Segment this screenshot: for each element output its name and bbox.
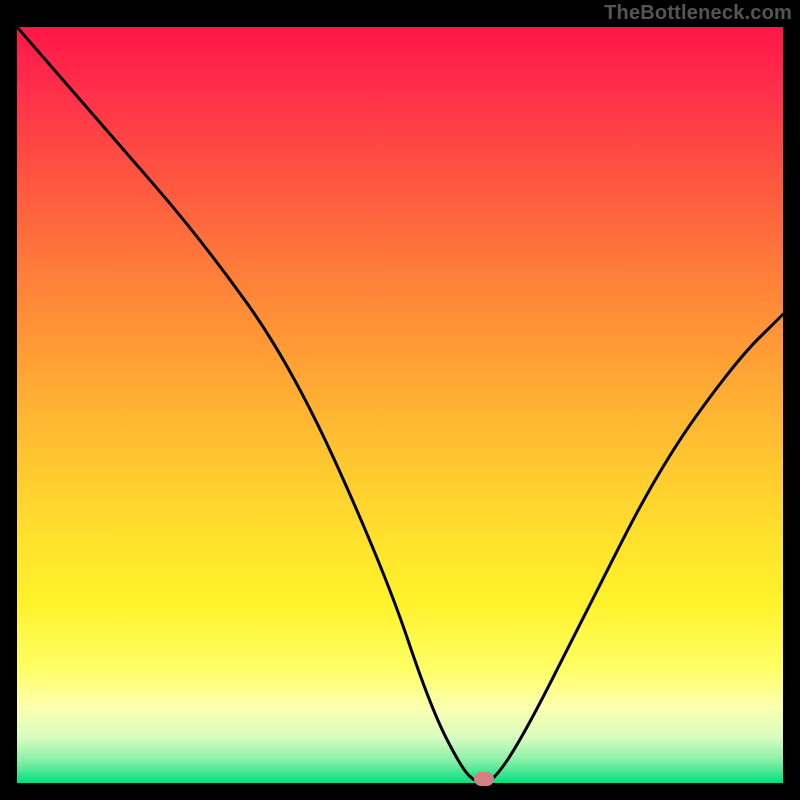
optimal-point-marker bbox=[474, 772, 494, 786]
chart-stage: TheBottleneck.com bbox=[0, 0, 800, 800]
bottleneck-line bbox=[17, 27, 783, 783]
watermark-text: TheBottleneck.com bbox=[604, 2, 792, 25]
plot-frame bbox=[17, 27, 783, 783]
